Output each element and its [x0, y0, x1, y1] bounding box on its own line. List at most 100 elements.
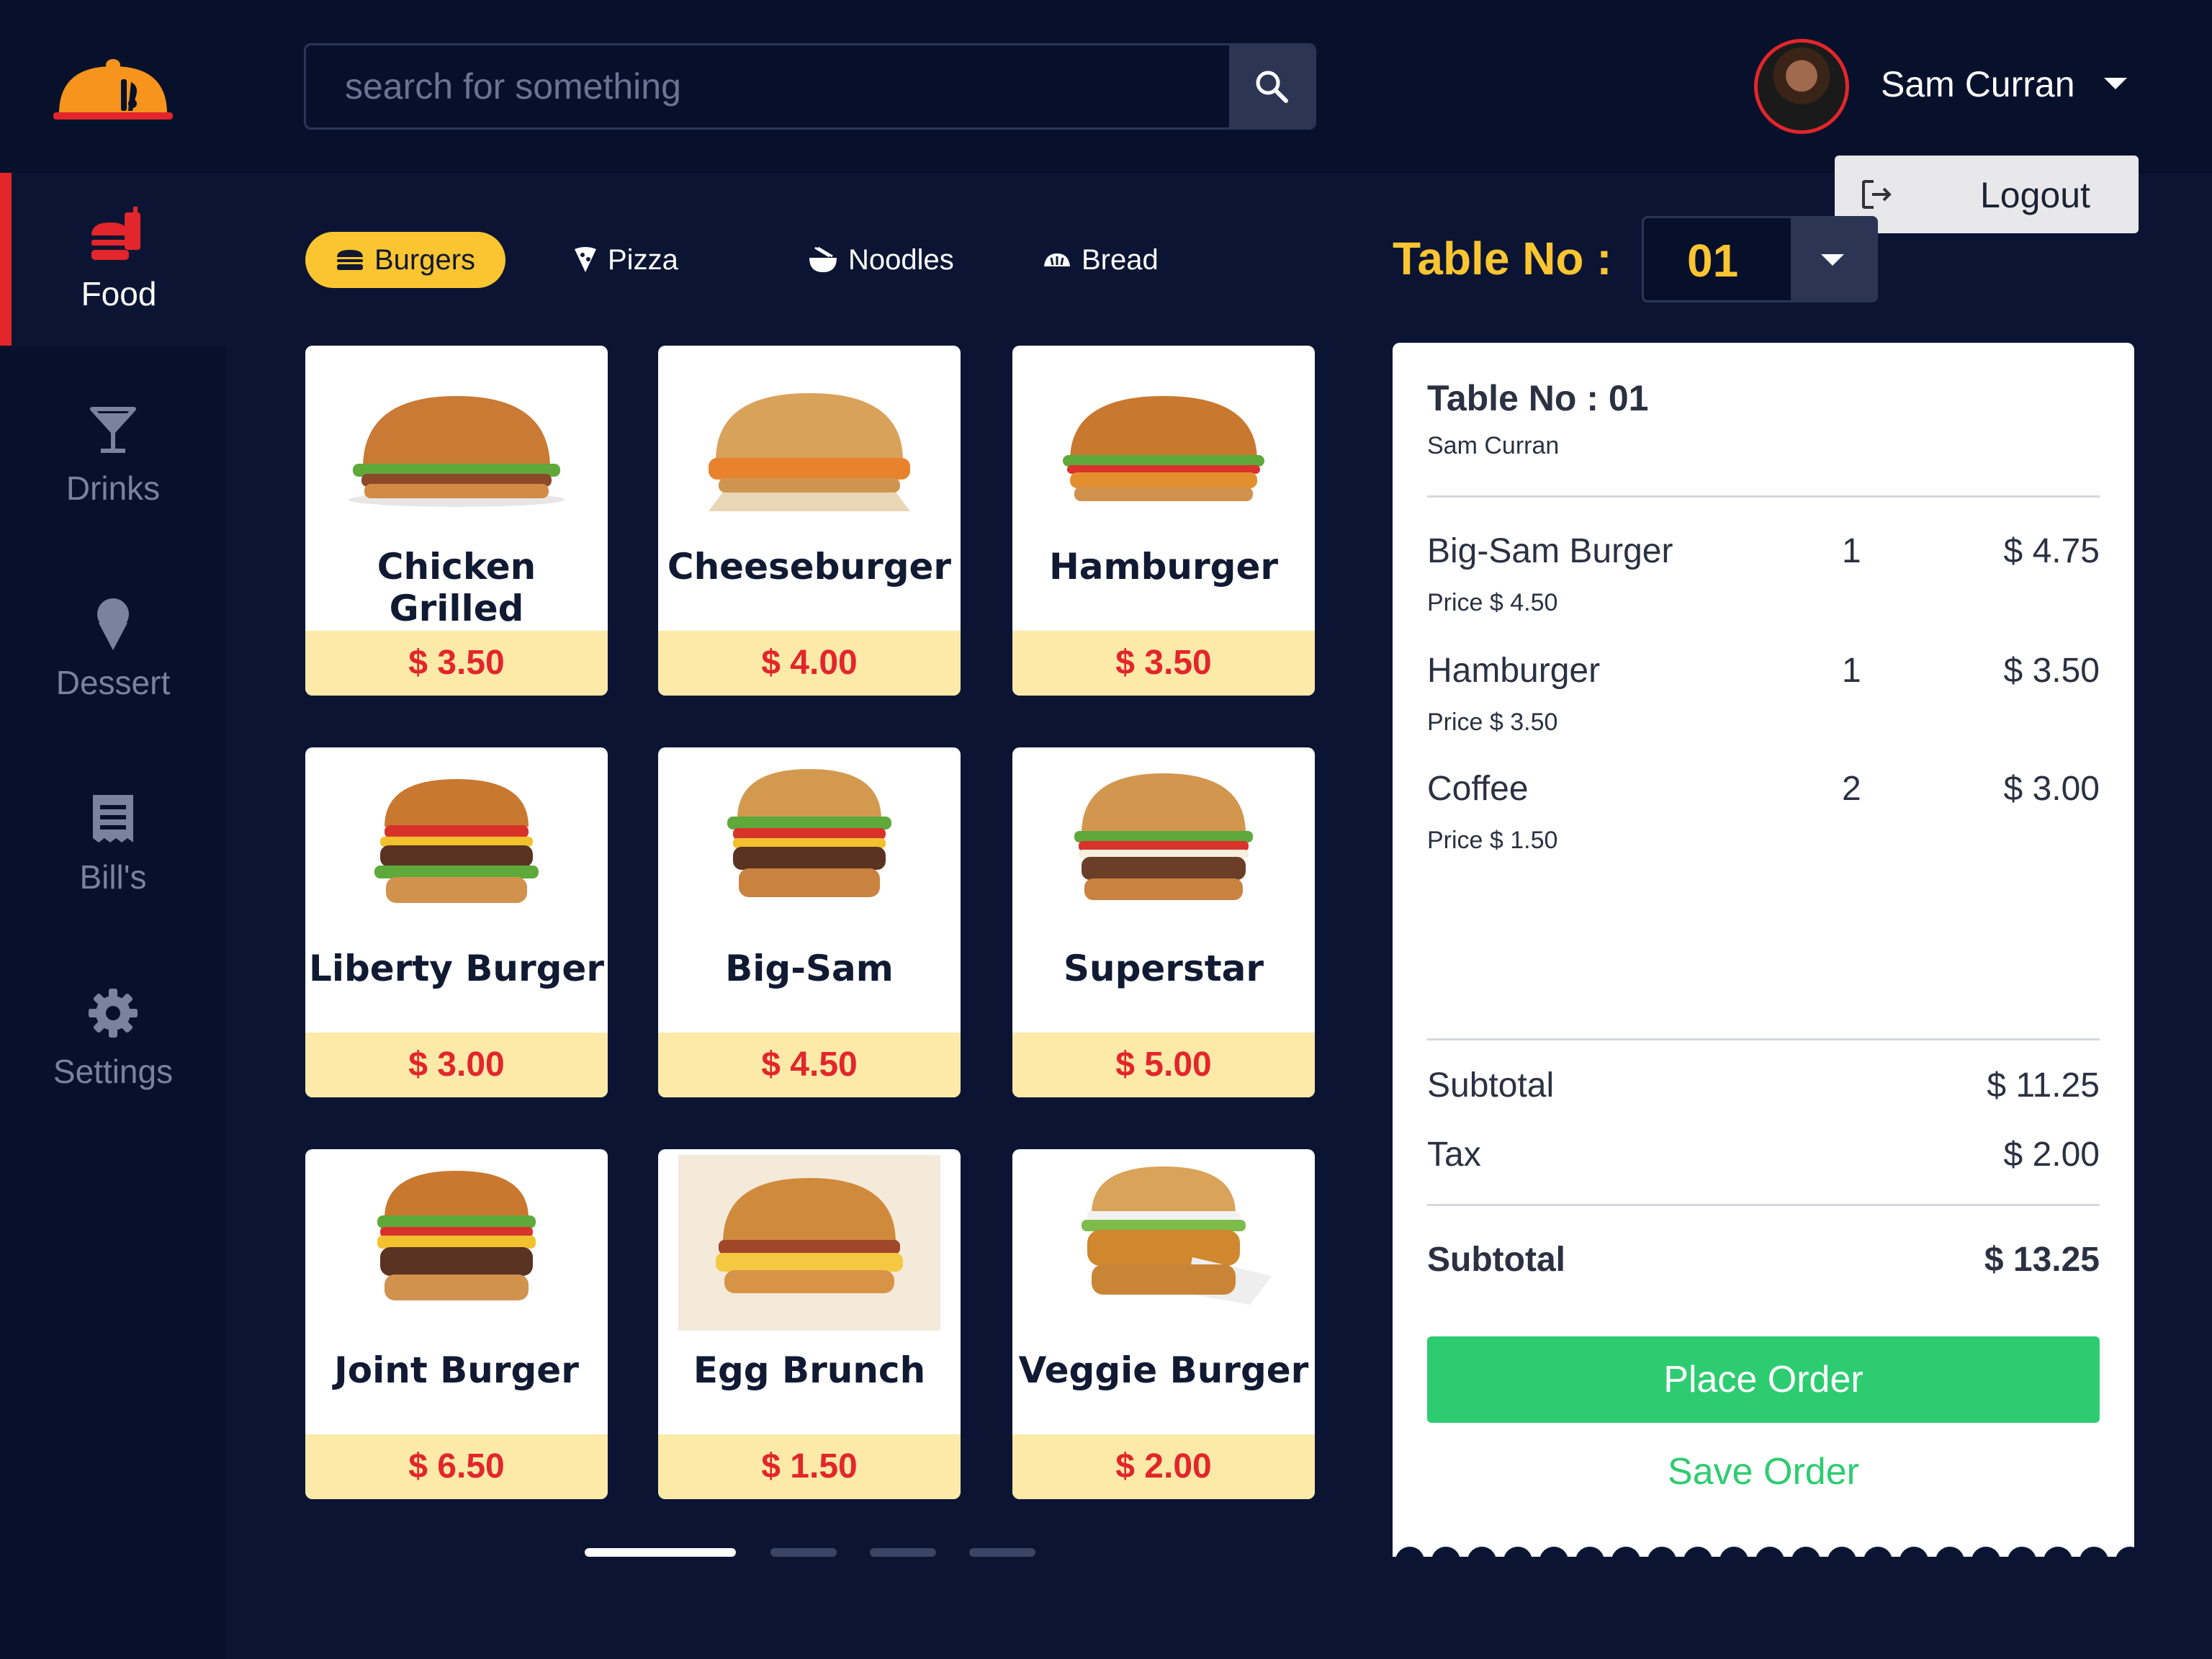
gear-icon: [83, 983, 143, 1043]
sidebar-item-bills[interactable]: Bill's: [0, 756, 226, 929]
tab-label: Noodles: [848, 243, 954, 276]
subtotal-row: Subtotal $ 11.25: [1427, 1066, 2100, 1116]
search-button[interactable]: [1229, 45, 1314, 127]
table-number-select[interactable]: 01: [1642, 216, 1878, 302]
divider: [1427, 495, 2100, 498]
sidebar-item-drinks[interactable]: Drinks: [0, 367, 226, 540]
menu-item-price: $ 3.00: [305, 1033, 608, 1097]
order-item-name: Big-Sam Burger: [1427, 532, 1673, 570]
menu-item-price: $ 3.50: [1012, 631, 1315, 696]
table-number-label: Table No :: [1393, 233, 1612, 284]
sidebar-item-label: Bill's: [79, 858, 147, 896]
menu-item-name: Liberty Burger: [309, 948, 604, 989]
order-item-unit-price: Price $ 4.50: [1427, 589, 1558, 616]
menu-item-name: Egg Brunch: [693, 1349, 926, 1391]
save-order-button[interactable]: Save Order: [1427, 1436, 2100, 1508]
menu-item-name: Hamburger: [1048, 546, 1279, 588]
chevron-down-icon: [1821, 254, 1844, 266]
table-number-value: 01: [1687, 235, 1739, 287]
logout-label: Logout: [1980, 175, 2090, 215]
order-item-unit-price: Price $ 1.50: [1427, 827, 1558, 854]
tab-label: Bread: [1082, 243, 1159, 276]
sidebar-item-food[interactable]: Food: [0, 173, 226, 346]
sidebar-item-label: Dessert: [55, 664, 171, 701]
menu-card[interactable]: Joint Burger $ 6.50: [305, 1149, 608, 1499]
menu-card[interactable]: Hamburger $ 3.50: [1012, 346, 1315, 696]
total-row: Subtotal $ 13.25: [1427, 1240, 2100, 1290]
tab-pizza[interactable]: Pizza: [543, 232, 709, 288]
order-item[interactable]: Big-Sam Burger Price $ 4.50 1 $ 4.75: [1427, 531, 2100, 639]
total-value: $ 13.25: [1984, 1241, 2100, 1279]
logout-button[interactable]: Logout: [1835, 156, 2139, 233]
order-item[interactable]: Coffee Price $ 1.50 2 $ 3.00: [1427, 769, 2100, 877]
table-dropdown-button[interactable]: [1791, 218, 1876, 300]
order-item-qty: 2: [1842, 770, 1861, 808]
order-item[interactable]: Hamburger Price $ 3.50 1 $ 3.50: [1427, 651, 2100, 759]
restaurant-logo[interactable]: [52, 50, 174, 122]
page-indicator[interactable]: [585, 1548, 736, 1557]
page-indicator[interactable]: [969, 1548, 1035, 1557]
logout-icon: [1862, 180, 1892, 209]
menu-item-name: Joint Burger: [334, 1349, 579, 1391]
sidebar-item-label: Food: [81, 275, 157, 313]
burger-image: [1074, 773, 1253, 900]
menu-item-price: $ 1.50: [658, 1434, 961, 1499]
menu-card[interactable]: Superstar $ 5.00: [1012, 747, 1315, 1097]
menu-card[interactable]: Big-Sam $ 4.50: [658, 747, 961, 1097]
order-customer: Sam Curran: [1427, 432, 1560, 459]
tab-bread[interactable]: Bread: [1012, 232, 1189, 288]
receipt-torn-edge: [1393, 1541, 2134, 1573]
order-item-name: Hamburger: [1427, 652, 1601, 690]
order-item-qty: 1: [1842, 532, 1861, 570]
tab-label: Burgers: [374, 243, 476, 276]
menu-item-name: Cheeseburger: [667, 546, 952, 588]
tab-label: Pizza: [608, 243, 678, 276]
menu-item-price: $ 3.50: [305, 631, 608, 696]
divider: [1427, 1038, 2100, 1040]
menu-card[interactable]: Liberty Burger $ 3.00: [305, 747, 608, 1097]
menu-item-name: Big-Sam: [725, 948, 894, 989]
tab-burgers[interactable]: Burgers: [305, 232, 506, 288]
burger-image: [374, 779, 539, 903]
order-item-qty: 1: [1842, 652, 1861, 690]
subtotal-value: $ 11.25: [1987, 1066, 2100, 1105]
sidebar-item-dessert[interactable]: Dessert: [0, 562, 226, 734]
menu-card[interactable]: Egg Brunch $ 1.50: [658, 1149, 961, 1499]
search-input[interactable]: [306, 45, 1231, 127]
sidebar-item-settings[interactable]: Settings: [0, 950, 226, 1123]
burger-image: [349, 396, 565, 507]
sidebar-item-label: Drinks: [66, 469, 161, 507]
tax-row: Tax $ 2.00: [1427, 1135, 2100, 1185]
burger-image: [709, 393, 910, 511]
page-indicator[interactable]: [770, 1548, 837, 1557]
menu-card[interactable]: Veggie Burger $ 2.00: [1012, 1149, 1315, 1499]
search-icon: [1256, 71, 1288, 103]
burger-icon: [337, 250, 363, 270]
total-label: Subtotal: [1427, 1241, 1565, 1279]
sidebar-item-label: Settings: [53, 1053, 174, 1090]
ice-cream-icon: [83, 594, 143, 655]
cocktail-icon: [83, 400, 143, 460]
chevron-down-icon[interactable]: [2104, 78, 2127, 89]
order-item-unit-price: Price $ 3.50: [1427, 709, 1558, 736]
divider: [1427, 1204, 2100, 1206]
menu-item-price: $ 6.50: [305, 1434, 608, 1499]
menu-card[interactable]: Cheeseburger $ 4.00: [658, 346, 961, 696]
place-order-button[interactable]: Place Order: [1427, 1336, 2100, 1423]
tax-value: $ 2.00: [2003, 1136, 2100, 1174]
order-item-total: $ 4.75: [2003, 532, 2100, 570]
receipt-icon: [83, 788, 143, 849]
page-indicator[interactable]: [870, 1548, 936, 1557]
menu-item-price: $ 5.00: [1012, 1033, 1315, 1097]
user-profile[interactable]: Sam Curran: [1754, 39, 2128, 134]
avatar[interactable]: [1754, 39, 1849, 134]
order-item-total: $ 3.00: [2003, 770, 2100, 808]
order-summary: Table No : 01 Sam Curran Big-Sam Burger …: [1393, 343, 2134, 1557]
menu-item-price: $ 4.50: [658, 1033, 961, 1097]
subtotal-label: Subtotal: [1427, 1066, 1555, 1105]
order-title: Table No : 01: [1427, 378, 1649, 418]
menu-item-name: Chicken Grilled: [377, 546, 536, 629]
menu-card[interactable]: Chicken Grilled $ 3.50: [305, 346, 608, 696]
tab-noodles[interactable]: Noodles: [778, 232, 984, 288]
bread-icon: [1044, 253, 1070, 266]
